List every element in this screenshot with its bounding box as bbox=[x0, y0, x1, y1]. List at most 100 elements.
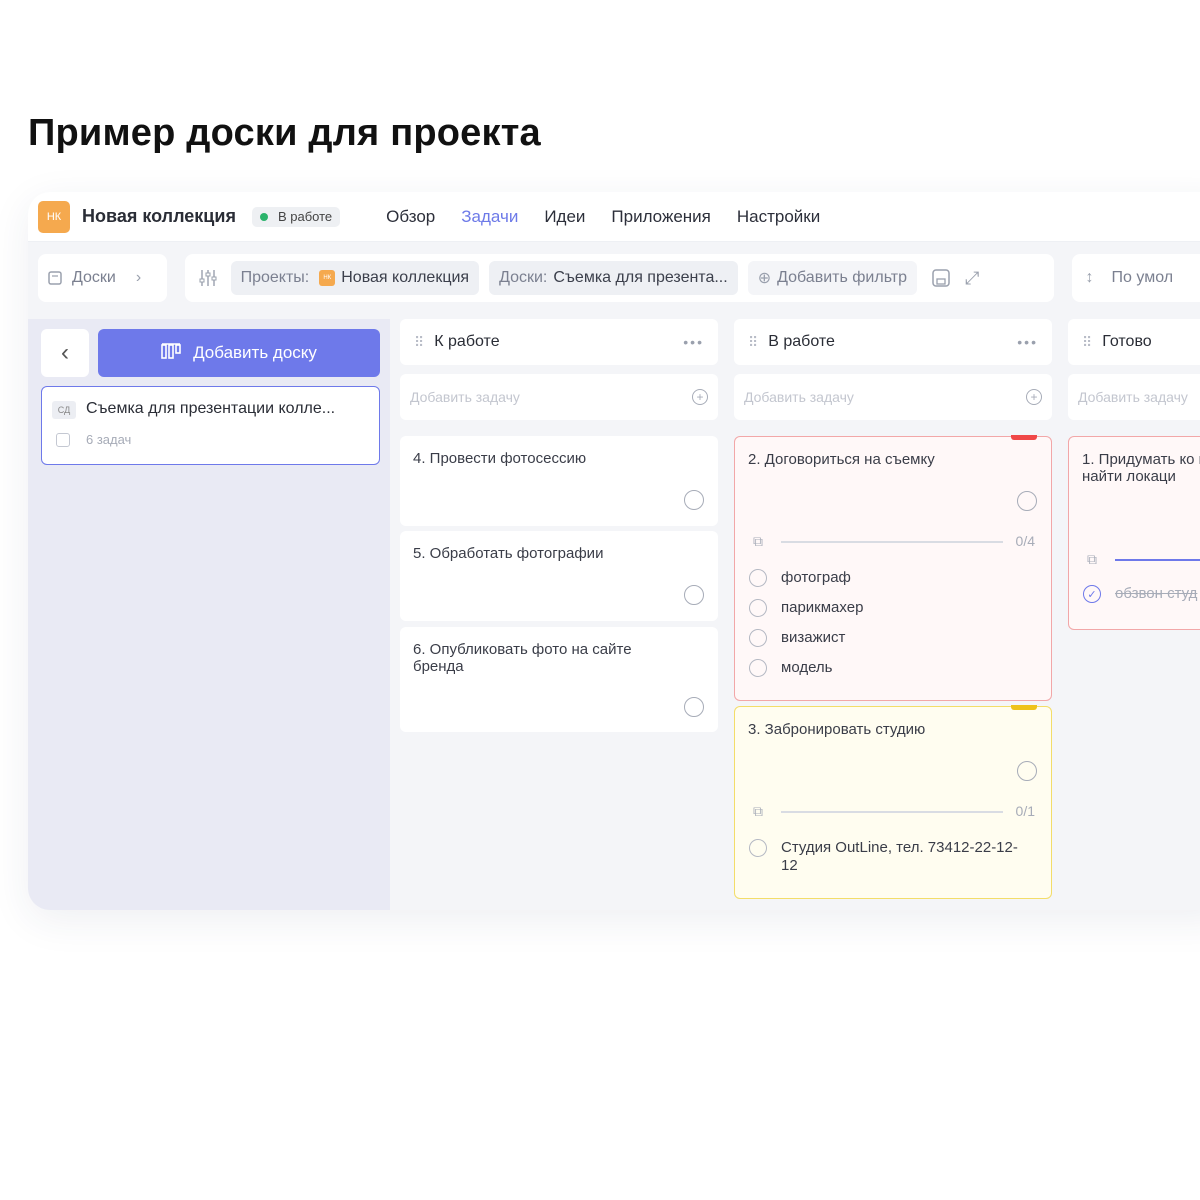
subtask-checkbox[interactable] bbox=[749, 569, 767, 587]
subtask-item[interactable]: модель bbox=[749, 659, 833, 677]
add-task-placeholder: Добавить задачу bbox=[744, 389, 854, 405]
subtask-item[interactable]: ✓ обзвон студ bbox=[1083, 585, 1197, 603]
subtask-text: обзвон студ bbox=[1115, 585, 1198, 602]
add-task-placeholder: Добавить задачу bbox=[410, 389, 520, 405]
subtasks-icon: ⧉ bbox=[753, 533, 763, 549]
column-in-progress: ⠿ В работе ••• Добавить задачу + 2. Дого… bbox=[734, 319, 1052, 899]
task-title: 1. Придумать ко и найти локаци bbox=[1082, 451, 1200, 485]
board-abbr: СД bbox=[52, 401, 76, 419]
subtask-text: фотограф bbox=[781, 569, 851, 586]
main-nav: Обзор Задачи Идеи Приложения Настройки bbox=[386, 207, 846, 227]
project-avatar: НК bbox=[38, 200, 70, 233]
task-title: 6. Опубликовать фото на сайте бренда bbox=[413, 641, 632, 675]
column-title: В работе bbox=[768, 333, 835, 350]
sort-icon: ↕ bbox=[1085, 269, 1094, 286]
top-bar: НК Новая коллекция В работе Обзор Задачи… bbox=[28, 192, 1200, 242]
board-list-item[interactable]: СД Съемка для презентации колле... 6 зад… bbox=[41, 386, 380, 465]
board-filter-label: Доски: bbox=[499, 269, 548, 286]
more-icon[interactable]: ••• bbox=[1017, 334, 1038, 350]
add-circle-icon: ⊕ bbox=[757, 270, 772, 287]
save-icon[interactable] bbox=[931, 268, 951, 288]
subtask-progress-text: 0/4 bbox=[1015, 533, 1035, 549]
task-title: 3. Забронировать студию bbox=[748, 721, 926, 738]
project-name[interactable]: Новая коллекция bbox=[82, 206, 236, 227]
board-icon bbox=[48, 271, 62, 285]
nav-ideas[interactable]: Идеи bbox=[544, 207, 585, 227]
nav-overview[interactable]: Обзор bbox=[386, 207, 435, 227]
nav-settings[interactable]: Настройки bbox=[737, 207, 820, 227]
task-card[interactable]: 1. Придумать ко и найти локаци ⧉ ✓ обзво… bbox=[1068, 436, 1200, 630]
nav-tasks[interactable]: Задачи bbox=[461, 207, 518, 227]
subtasks-icon: ⧉ bbox=[1087, 551, 1097, 567]
subtask-checkbox[interactable] bbox=[749, 659, 767, 677]
column-header[interactable]: ⠿ Готово bbox=[1068, 319, 1200, 365]
column-header[interactable]: ⠿ В работе ••• bbox=[734, 319, 1052, 365]
task-title: 5. Обработать фотографии bbox=[413, 545, 604, 562]
sort-box[interactable]: ↕ По умол bbox=[1071, 254, 1200, 302]
subtask-item[interactable]: парикмахер bbox=[749, 599, 863, 617]
tasks-icon bbox=[56, 433, 70, 447]
subtask-text: Студия OutLine, тел. 73412-22-12-12 bbox=[781, 839, 1018, 874]
column-todo: ⠿ К работе ••• Добавить задачу + 4. Пров… bbox=[400, 319, 718, 732]
add-task-field[interactable]: Добавить задачу + bbox=[734, 374, 1052, 420]
drag-handle-icon[interactable]: ⠿ bbox=[748, 334, 758, 351]
drag-handle-icon[interactable]: ⠿ bbox=[414, 334, 424, 351]
add-board-button[interactable]: Добавить доску bbox=[98, 329, 380, 377]
column-header[interactable]: ⠿ К работе ••• bbox=[400, 319, 718, 365]
add-icon[interactable]: + bbox=[1026, 389, 1042, 405]
task-card[interactable]: 4. Провести фотосессию bbox=[400, 436, 718, 526]
subtask-checkbox[interactable] bbox=[749, 599, 767, 617]
add-task-field[interactable]: Добавить задачу + bbox=[400, 374, 718, 420]
task-card[interactable]: 6. Опубликовать фото на сайте бренда bbox=[400, 627, 718, 732]
column-title: Готово bbox=[1102, 333, 1152, 350]
collapse-sidebar-button[interactable]: ‹ bbox=[41, 329, 89, 377]
priority-flag bbox=[1011, 435, 1037, 440]
board-add-icon bbox=[161, 342, 181, 365]
project-filter-chip[interactable]: Проекты: НК Новая коллекция bbox=[230, 261, 480, 295]
drag-handle-icon[interactable]: ⠿ bbox=[1082, 334, 1092, 351]
app-window: НК Новая коллекция В работе Обзор Задачи… bbox=[28, 192, 1200, 910]
task-title: 4. Провести фотосессию bbox=[413, 450, 587, 467]
complete-checkbox[interactable] bbox=[684, 585, 704, 605]
boards-label: Доски bbox=[72, 269, 116, 286]
complete-checkbox[interactable] bbox=[1017, 491, 1037, 511]
board-filter-chip[interactable]: Доски: Съемка для презента... bbox=[489, 261, 738, 295]
check-icon[interactable]: ✓ bbox=[1083, 585, 1101, 603]
project-filter-value: Новая коллекция bbox=[341, 269, 470, 286]
chevron-right-icon: › bbox=[135, 269, 142, 286]
filter-settings-icon[interactable] bbox=[197, 267, 219, 289]
task-card[interactable]: 2. Договориться на съемку ⧉ 0/4 фотограф… bbox=[734, 435, 1052, 701]
subtasks-icon: ⧉ bbox=[753, 803, 763, 819]
boards-toggle[interactable]: Доски › bbox=[38, 254, 167, 302]
project-filter-avatar: НК bbox=[319, 270, 336, 286]
more-icon[interactable]: ••• bbox=[683, 334, 704, 350]
board-title: Съемка для презентации колле... bbox=[86, 400, 336, 417]
subtask-text: визажист bbox=[781, 629, 846, 646]
task-card[interactable]: 3. Забронировать студию ⧉ 0/1 Студия Out… bbox=[734, 705, 1052, 899]
status-badge[interactable]: В работе bbox=[251, 206, 341, 227]
subtask-item[interactable]: фотограф bbox=[749, 569, 851, 587]
complete-checkbox[interactable] bbox=[684, 490, 704, 510]
project-filter-label: Проекты: bbox=[240, 269, 310, 286]
board-filter-value: Съемка для презента... bbox=[553, 269, 728, 286]
subtask-item[interactable]: визажист bbox=[749, 629, 845, 647]
chevron-left-icon: ‹ bbox=[61, 339, 69, 366]
complete-checkbox[interactable] bbox=[684, 697, 704, 717]
subtask-text: модель bbox=[781, 659, 833, 676]
status-dot-icon bbox=[259, 212, 268, 221]
add-icon[interactable]: + bbox=[692, 389, 708, 405]
nav-apps[interactable]: Приложения bbox=[611, 207, 710, 227]
column-title: К работе bbox=[434, 333, 500, 350]
subtask-checkbox[interactable] bbox=[749, 629, 767, 647]
task-card[interactable]: 5. Обработать фотографии bbox=[400, 531, 718, 621]
add-task-placeholder: Добавить задачу bbox=[1078, 389, 1188, 405]
add-task-field[interactable]: Добавить задачу bbox=[1068, 374, 1200, 420]
add-filter-button[interactable]: ⊕ Добавить фильтр bbox=[747, 261, 917, 295]
add-board-label: Добавить доску bbox=[193, 343, 317, 362]
expand-icon[interactable]: ⤢ bbox=[965, 268, 979, 289]
subtask-item[interactable]: Студия OutLine, тел. 73412-22-12-12 bbox=[749, 839, 1027, 875]
complete-checkbox[interactable] bbox=[1017, 761, 1037, 781]
subtask-progress-bar bbox=[781, 541, 1003, 543]
filters-box: Проекты: НК Новая коллекция Доски: Съемк… bbox=[184, 254, 1054, 302]
subtask-checkbox[interactable] bbox=[749, 839, 767, 857]
